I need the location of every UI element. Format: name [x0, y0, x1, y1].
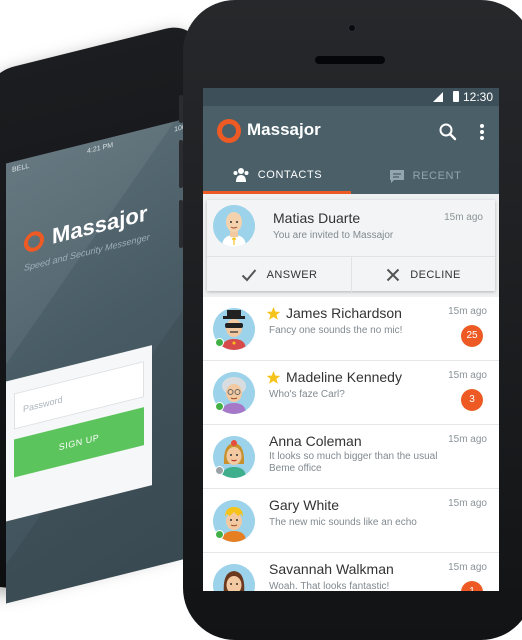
contact-message: Who's faze Carl?	[269, 389, 345, 400]
contact-name: James Richardson	[286, 305, 402, 321]
online-status-icon	[215, 402, 224, 411]
people-icon	[233, 167, 249, 182]
contact-name: Madeline Kennedy	[286, 369, 402, 385]
tab-contacts-label: CONTACTS	[257, 168, 323, 181]
chat-icon	[389, 169, 404, 183]
decline-button[interactable]: DECLINE	[351, 257, 495, 292]
logo-icon	[24, 229, 44, 255]
tab-contacts[interactable]: CONTACTS	[203, 158, 351, 194]
invite-actions: ANSWER DECLINE	[207, 256, 495, 292]
contact-message: Woah. That looks fantastic!	[269, 581, 390, 591]
contact-time: 15m ago	[448, 562, 487, 573]
more-vertical-icon	[480, 124, 484, 140]
back-time-label: 4:21 PM	[87, 141, 114, 156]
battery-icon	[453, 91, 459, 102]
tab-recent[interactable]: RECENT	[351, 158, 499, 194]
contact-row[interactable]: James Richardson Fancy one sounds the no…	[203, 297, 499, 361]
avatar	[213, 564, 255, 591]
contact-time: 15m ago	[448, 370, 487, 381]
login-phone-mockup: BELL 4:21 PM 100% Massajor Speed and Sec…	[0, 20, 200, 604]
contact-message: It looks so much bigger than the usual B…	[269, 451, 438, 474]
invite-card: Matias Duarte You are invited to Massajo…	[207, 200, 495, 292]
contact-list: Matias Duarte You are invited to Massajo…	[203, 194, 499, 591]
online-status-icon	[215, 530, 224, 539]
search-icon	[439, 123, 457, 141]
status-bar: 12:30	[203, 88, 499, 106]
login-screen: BELL 4:21 PM 100% Massajor Speed and Sec…	[6, 115, 198, 604]
invite-contact-name: Matias Duarte	[273, 210, 361, 226]
signal-icon	[433, 92, 443, 102]
camera-icon	[348, 24, 356, 32]
unread-badge: 3	[461, 389, 483, 411]
contact-message: Fancy one sounds the no mic!	[269, 325, 403, 336]
contact-row[interactable]: Savannah Walkman Woah. That looks fantas…	[203, 553, 499, 591]
unread-badge: 1	[461, 581, 483, 591]
app-bar: Massajor	[203, 106, 499, 158]
check-icon	[241, 268, 256, 281]
login-card: Password SIGN UP	[6, 345, 152, 522]
contact-row[interactable]: Anna Coleman It looks so much bigger tha…	[203, 425, 499, 489]
invite-time: 15m ago	[444, 212, 483, 223]
volume-up-button	[179, 140, 183, 188]
contact-time: 15m ago	[448, 306, 487, 317]
search-button[interactable]	[436, 120, 460, 144]
invite-row[interactable]: Matias Duarte You are invited to Massajo…	[207, 200, 495, 252]
offline-status-icon	[215, 466, 224, 475]
invite-message: You are invited to Massajor	[273, 230, 394, 241]
contact-name: Savannah Walkman	[269, 561, 394, 577]
avatar-brunette-woman-icon	[213, 564, 255, 591]
tab-recent-label: RECENT	[412, 170, 462, 182]
answer-button[interactable]: ANSWER	[207, 257, 351, 292]
contact-name: Gary White	[269, 497, 340, 513]
contact-row[interactable]: Madeline Kennedy Who's faze Carl? 15m ag…	[203, 361, 499, 425]
contact-message: The new mic sounds like an echo	[269, 517, 417, 528]
avatar-bald-man-icon	[213, 205, 255, 247]
mute-switch	[179, 95, 183, 123]
overflow-menu-button[interactable]	[474, 120, 490, 144]
tab-bar: CONTACTS RECENT	[203, 158, 499, 194]
speaker-grille	[315, 56, 385, 64]
logo-icon	[217, 119, 241, 143]
online-status-icon	[215, 338, 224, 347]
app-title: Massajor	[247, 120, 321, 139]
volume-down-button	[179, 200, 183, 248]
avatar	[213, 205, 255, 247]
status-time: 12:30	[462, 90, 493, 104]
decline-label: DECLINE	[410, 268, 461, 281]
contact-time: 15m ago	[448, 434, 487, 445]
contact-row[interactable]: Gary White The new mic sounds like an ec…	[203, 489, 499, 553]
star-icon	[266, 370, 281, 384]
contact-name: Anna Coleman	[269, 433, 362, 449]
star-icon	[266, 306, 281, 320]
contact-time: 15m ago	[448, 498, 487, 509]
carrier-label: BELL	[12, 162, 30, 175]
answer-label: ANSWER	[266, 268, 318, 281]
close-icon	[387, 268, 400, 281]
contacts-screen: 12:30 Massajor CONTACTS RECENT Matias Du…	[203, 88, 499, 591]
unread-badge: 25	[461, 325, 483, 347]
